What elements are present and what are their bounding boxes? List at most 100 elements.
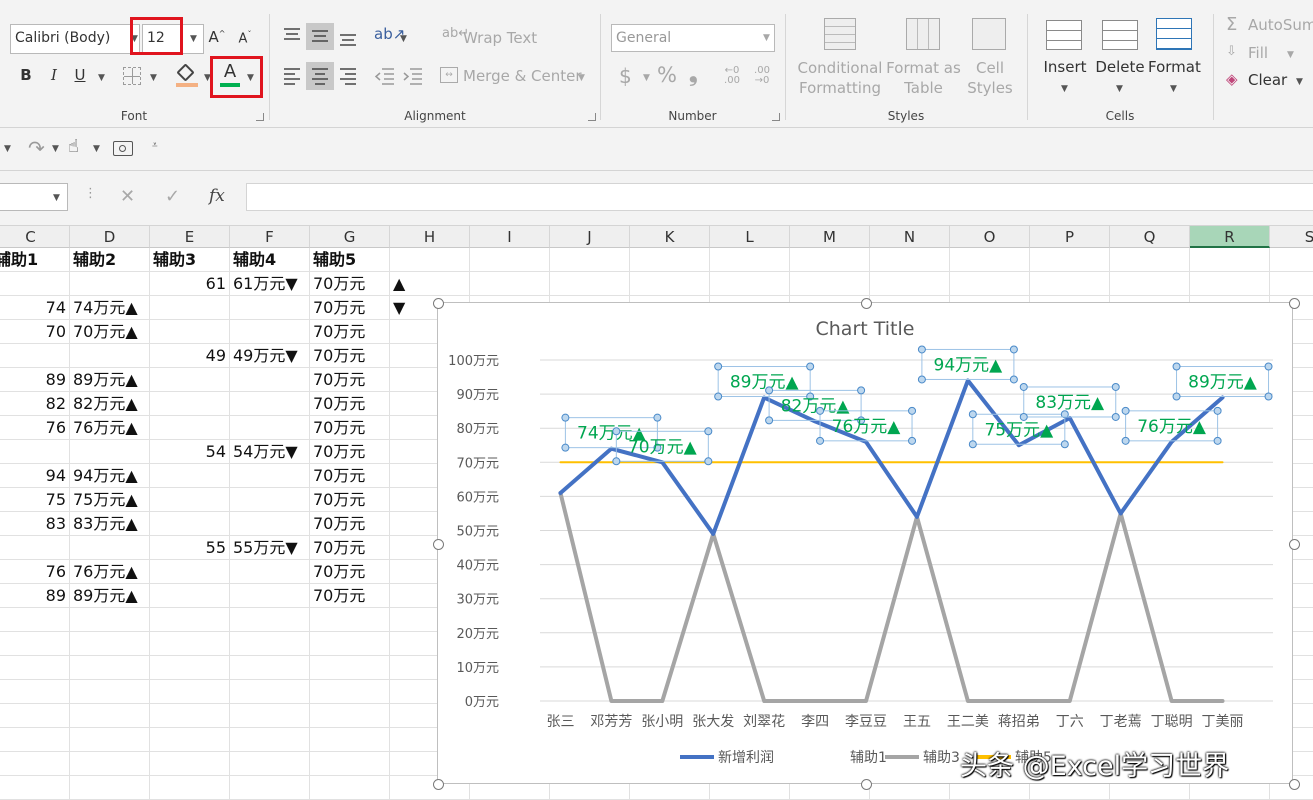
empty-cell[interactable] — [310, 608, 390, 632]
chart-resize-handle[interactable] — [433, 298, 444, 309]
format-button[interactable]: Format — [1148, 58, 1201, 76]
cell-h3[interactable]: ▲ — [390, 272, 470, 296]
empty-cell[interactable] — [1270, 272, 1313, 296]
empty-cell[interactable] — [310, 704, 390, 728]
column-header-d[interactable]: D — [70, 226, 150, 248]
column-header-g[interactable]: G — [310, 226, 390, 248]
cell-g8[interactable]: 70万元 — [310, 392, 390, 416]
cell-c3[interactable] — [0, 272, 70, 296]
empty-cell[interactable] — [70, 680, 150, 704]
empty-cell[interactable] — [70, 632, 150, 656]
cell-g3[interactable]: 70万元 — [310, 272, 390, 296]
insert-function-icon[interactable]: fx — [209, 186, 225, 206]
empty-cell[interactable] — [150, 704, 230, 728]
header-cell-d[interactable]: 辅助2 — [70, 248, 150, 272]
empty-cell[interactable] — [230, 656, 310, 680]
cell-d6[interactable] — [70, 344, 150, 368]
empty-cell[interactable] — [550, 272, 630, 296]
merge-center-button[interactable]: Merge & Center — [463, 67, 582, 85]
empty-cell[interactable] — [230, 728, 310, 752]
redo-icon[interactable]: ↷ — [28, 136, 45, 160]
increase-indent-icon[interactable] — [402, 66, 424, 86]
empty-cell[interactable] — [470, 272, 550, 296]
format-as-table-icon[interactable] — [906, 18, 940, 50]
cell-c14[interactable] — [0, 536, 70, 560]
empty-cell[interactable] — [950, 272, 1030, 296]
column-header-j[interactable]: J — [550, 226, 630, 248]
borders-dropdown-icon[interactable]: ▼ — [150, 73, 157, 83]
empty-cell[interactable] — [230, 632, 310, 656]
insert-icon[interactable] — [1046, 20, 1082, 50]
conditional-formatting-icon[interactable] — [824, 18, 856, 50]
column-header-r[interactable]: R — [1190, 226, 1270, 248]
empty-cell[interactable] — [230, 752, 310, 776]
cell-g4[interactable]: 70万元 — [310, 296, 390, 320]
cell-d7[interactable]: 89万元▲ — [70, 368, 150, 392]
chart-resize-handle[interactable] — [433, 539, 444, 550]
touch-dropdown-icon[interactable]: ▼ — [93, 144, 100, 154]
empty-cell[interactable] — [1190, 272, 1270, 296]
empty-cell[interactable] — [0, 608, 70, 632]
shrink-font-button[interactable]: Aˇ — [236, 30, 254, 46]
empty-cell[interactable] — [150, 776, 230, 800]
cell-d10[interactable] — [70, 440, 150, 464]
empty-cell[interactable] — [870, 272, 950, 296]
empty-cell[interactable] — [0, 776, 70, 800]
cell-g5[interactable]: 70万元 — [310, 320, 390, 344]
decrease-decimal-button[interactable]: .00 →0 — [749, 66, 775, 86]
wrap-text-button[interactable]: Wrap Text — [463, 29, 537, 47]
number-dialog-launcher[interactable] — [772, 113, 780, 121]
underline-dropdown-icon[interactable]: ▼ — [98, 73, 105, 83]
empty-cell[interactable] — [0, 680, 70, 704]
empty-cell[interactable] — [0, 728, 70, 752]
align-right-icon[interactable] — [338, 66, 358, 86]
font-dialog-launcher[interactable] — [256, 113, 264, 121]
cell-e13[interactable] — [150, 512, 230, 536]
align-middle-icon[interactable] — [310, 26, 330, 46]
empty-cell[interactable] — [310, 776, 390, 800]
number-format-dropdown-icon[interactable]: ▼ — [763, 33, 770, 43]
cell-f11[interactable] — [230, 464, 310, 488]
column-header-f[interactable]: F — [230, 226, 310, 248]
cell-g6[interactable]: 70万元 — [310, 344, 390, 368]
empty-cell[interactable] — [790, 248, 870, 272]
chart-resize-handle[interactable] — [1289, 298, 1300, 309]
chart-resize-handle[interactable] — [861, 298, 872, 309]
empty-cell[interactable] — [950, 248, 1030, 272]
empty-cell[interactable] — [1110, 248, 1190, 272]
empty-cell[interactable] — [710, 248, 790, 272]
align-top-icon[interactable] — [282, 26, 302, 46]
format-dropdown-icon[interactable]: ▼ — [1170, 84, 1177, 94]
empty-cell[interactable] — [390, 248, 470, 272]
cell-c6[interactable] — [0, 344, 70, 368]
clear-icon[interactable]: ◈ — [1226, 70, 1238, 88]
cell-d15[interactable]: 76万元▲ — [70, 560, 150, 584]
column-header-c[interactable]: C — [0, 226, 70, 248]
empty-cell[interactable] — [470, 248, 550, 272]
cell-c4[interactable]: 74 — [0, 296, 70, 320]
autosum-button[interactable]: AutoSum — [1248, 16, 1313, 34]
cell-c10[interactable] — [0, 440, 70, 464]
empty-cell[interactable] — [230, 776, 310, 800]
cell-e9[interactable] — [150, 416, 230, 440]
increase-decimal-button[interactable]: ←0 .00 — [719, 66, 745, 86]
chart-resize-handle[interactable] — [433, 779, 444, 790]
cell-d11[interactable]: 94万元▲ — [70, 464, 150, 488]
cell-e16[interactable] — [150, 584, 230, 608]
orientation-dropdown-icon[interactable]: ▼ — [400, 34, 407, 44]
cell-g9[interactable]: 70万元 — [310, 416, 390, 440]
cell-f16[interactable] — [230, 584, 310, 608]
empty-cell[interactable] — [150, 632, 230, 656]
empty-cell[interactable] — [550, 248, 630, 272]
cell-f5[interactable] — [230, 320, 310, 344]
merge-center-dropdown-icon[interactable]: ▼ — [578, 73, 585, 83]
empty-cell[interactable] — [70, 728, 150, 752]
empty-cell[interactable] — [310, 728, 390, 752]
cell-e10[interactable]: 54 — [150, 440, 230, 464]
cell-e8[interactable] — [150, 392, 230, 416]
cell-d9[interactable]: 76万元▲ — [70, 416, 150, 440]
column-header-l[interactable]: L — [710, 226, 790, 248]
empty-cell[interactable] — [630, 272, 710, 296]
empty-cell[interactable] — [1110, 272, 1190, 296]
cell-f4[interactable] — [230, 296, 310, 320]
